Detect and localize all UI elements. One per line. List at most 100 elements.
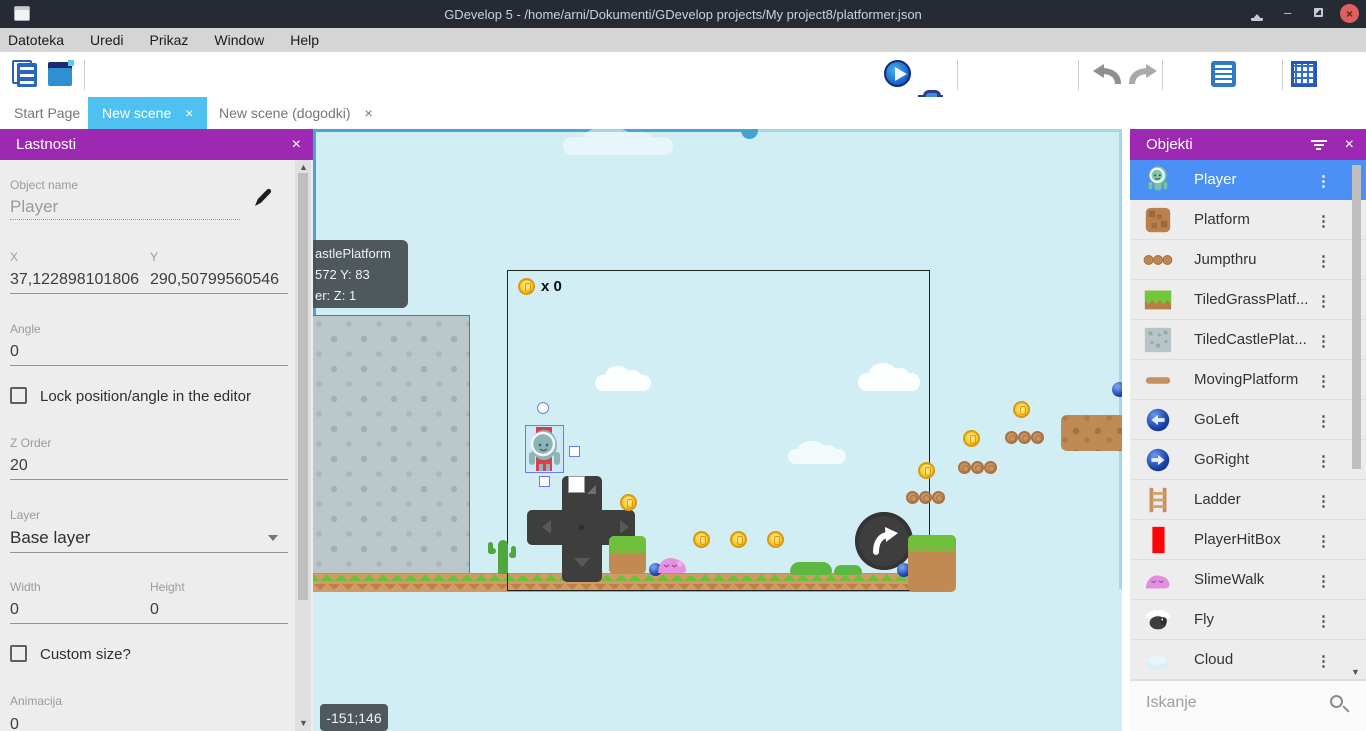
- coin-object[interactable]: [963, 430, 980, 447]
- close-icon[interactable]: ×: [1345, 136, 1354, 154]
- object-row-tiledcastle[interactable]: TiledCastlePlat... ⋮: [1130, 320, 1366, 360]
- close-button[interactable]: ×: [1340, 4, 1359, 23]
- properties-scrollbar-thumb[interactable]: [298, 173, 308, 600]
- search-input[interactable]: [1144, 693, 1314, 713]
- object-menu-icon[interactable]: ⋮: [1316, 372, 1331, 390]
- bush-object[interactable]: [790, 562, 832, 575]
- objects-scrollbar-thumb[interactable]: [1352, 165, 1361, 469]
- object-menu-icon[interactable]: ⋮: [1316, 612, 1331, 630]
- jumpthru-object[interactable]: [958, 461, 971, 474]
- cloud-object[interactable]: [858, 373, 920, 391]
- redo-icon[interactable]: [1128, 64, 1158, 86]
- object-menu-icon[interactable]: ⋮: [1316, 252, 1331, 270]
- platform-object[interactable]: [1061, 415, 1122, 451]
- close-icon[interactable]: ×: [292, 136, 301, 154]
- object-row-tiledgrass[interactable]: TiledGrassPlatf... ⋮: [1130, 280, 1366, 320]
- object-row-slimewalk[interactable]: SlimeWalk ⋮: [1130, 560, 1366, 600]
- object-menu-icon[interactable]: ⋮: [1316, 412, 1331, 430]
- scene-window-icon[interactable]: [48, 62, 72, 86]
- window-border-handle[interactable]: [741, 129, 758, 139]
- coin-object[interactable]: [620, 494, 637, 511]
- bullet-object[interactable]: [1112, 382, 1122, 397]
- object-menu-icon[interactable]: ⋮: [1316, 452, 1331, 470]
- angle-field[interactable]: 0: [10, 343, 19, 361]
- object-row-fly[interactable]: Fly ⋮: [1130, 600, 1366, 640]
- instances-list-icon[interactable]: [1211, 61, 1236, 87]
- grass-block-object[interactable]: [609, 536, 646, 574]
- hud-coin-icon[interactable]: [518, 278, 535, 295]
- cloud-object[interactable]: [563, 137, 673, 155]
- object-menu-icon[interactable]: ⋮: [1316, 212, 1331, 230]
- coin-object[interactable]: [918, 462, 935, 479]
- object-name-field[interactable]: Player: [10, 197, 58, 217]
- undo-icon[interactable]: [1092, 64, 1122, 86]
- selection-rotate-handle[interactable]: [537, 402, 549, 414]
- scroll-down-icon[interactable]: ▼: [299, 718, 308, 728]
- animation-field[interactable]: 0: [10, 716, 19, 731]
- coin-object[interactable]: [1013, 401, 1030, 418]
- chevron-down-icon[interactable]: [268, 535, 278, 546]
- coin-object[interactable]: [693, 531, 710, 548]
- tab-start-page[interactable]: Start Page: [0, 97, 94, 129]
- search-icon[interactable]: [1330, 695, 1343, 708]
- tab-close-icon[interactable]: ×: [185, 105, 193, 121]
- coin-object[interactable]: [730, 531, 747, 548]
- tab-new-scene-events[interactable]: New scene (dogodki) ×: [205, 97, 387, 129]
- grid-icon[interactable]: [1291, 61, 1317, 87]
- height-field[interactable]: 0: [150, 601, 159, 619]
- menu-window[interactable]: Window: [214, 32, 264, 48]
- object-row-goleft[interactable]: GoLeft ⋮: [1130, 400, 1366, 440]
- tab-new-scene[interactable]: New scene ×: [88, 97, 207, 129]
- z-order-field[interactable]: 20: [10, 457, 28, 475]
- bush-object[interactable]: [834, 565, 862, 575]
- custom-size-checkbox[interactable]: [10, 645, 27, 662]
- y-field[interactable]: 290,50799560546: [150, 271, 279, 289]
- object-row-ladder[interactable]: Ladder ⋮: [1130, 480, 1366, 520]
- jumpthru-object[interactable]: [919, 491, 932, 504]
- object-menu-icon[interactable]: ⋮: [1316, 332, 1331, 350]
- tab-close-icon[interactable]: ×: [365, 105, 373, 121]
- jumpthru-object[interactable]: [906, 491, 919, 504]
- dpad-down-arrow-icon[interactable]: [574, 558, 590, 575]
- object-row-goright[interactable]: GoRight ⋮: [1130, 440, 1366, 480]
- jumpthru-object[interactable]: [1031, 431, 1044, 444]
- cactus-object[interactable]: [488, 540, 516, 574]
- player-object-selected[interactable]: [525, 425, 564, 473]
- grass-block-object[interactable]: [908, 535, 956, 592]
- jumpthru-object[interactable]: [984, 461, 997, 474]
- jumpthru-object[interactable]: [932, 491, 945, 504]
- scroll-down-icon[interactable]: ▼: [1351, 667, 1360, 677]
- object-menu-icon[interactable]: ⋮: [1316, 172, 1331, 190]
- restore-button[interactable]: [1314, 8, 1323, 17]
- jumpthru-object[interactable]: [971, 461, 984, 474]
- dpad-left-arrow-icon[interactable]: [535, 520, 551, 534]
- jumpthru-object[interactable]: [1018, 431, 1031, 444]
- object-row-movingplatform[interactable]: MovingPlatform ⋮: [1130, 360, 1366, 400]
- object-row-cloud[interactable]: Cloud ⋮: [1130, 640, 1366, 680]
- object-menu-icon[interactable]: ⋮: [1316, 292, 1331, 310]
- coin-object[interactable]: [767, 531, 784, 548]
- edit-pencil-icon[interactable]: [252, 187, 274, 209]
- scene-editor-canvas[interactable]: astlePlatform 572 Y: 83 er: Z: 1 x 0: [313, 129, 1122, 731]
- object-menu-icon[interactable]: ⋮: [1316, 532, 1331, 550]
- object-row-platform[interactable]: Platform ⋮: [1130, 200, 1366, 240]
- slime-object[interactable]: [655, 550, 689, 574]
- layer-select[interactable]: Base layer: [10, 528, 90, 548]
- filter-icon[interactable]: [1311, 138, 1327, 152]
- menu-prikaz[interactable]: Prikaz: [150, 32, 189, 48]
- lock-position-checkbox[interactable]: [10, 387, 27, 404]
- object-row-player[interactable]: Player ⋮: [1130, 160, 1366, 200]
- jump-button-object[interactable]: [855, 512, 913, 570]
- minimize-button[interactable]: –: [1284, 6, 1291, 19]
- object-menu-icon[interactable]: ⋮: [1316, 572, 1331, 590]
- width-field[interactable]: 0: [10, 601, 19, 619]
- scroll-up-icon[interactable]: ▲: [299, 162, 308, 172]
- cloud-object[interactable]: [595, 375, 651, 391]
- cloud-object[interactable]: [788, 449, 846, 464]
- menu-datoteka[interactable]: Datoteka: [8, 32, 64, 48]
- tiled-castle-platform-object[interactable]: [313, 315, 470, 573]
- object-menu-icon[interactable]: ⋮: [1316, 492, 1331, 510]
- jumpthru-object[interactable]: [1005, 431, 1018, 444]
- selection-resize-handle[interactable]: [568, 476, 585, 493]
- selection-resize-handle[interactable]: [539, 476, 550, 487]
